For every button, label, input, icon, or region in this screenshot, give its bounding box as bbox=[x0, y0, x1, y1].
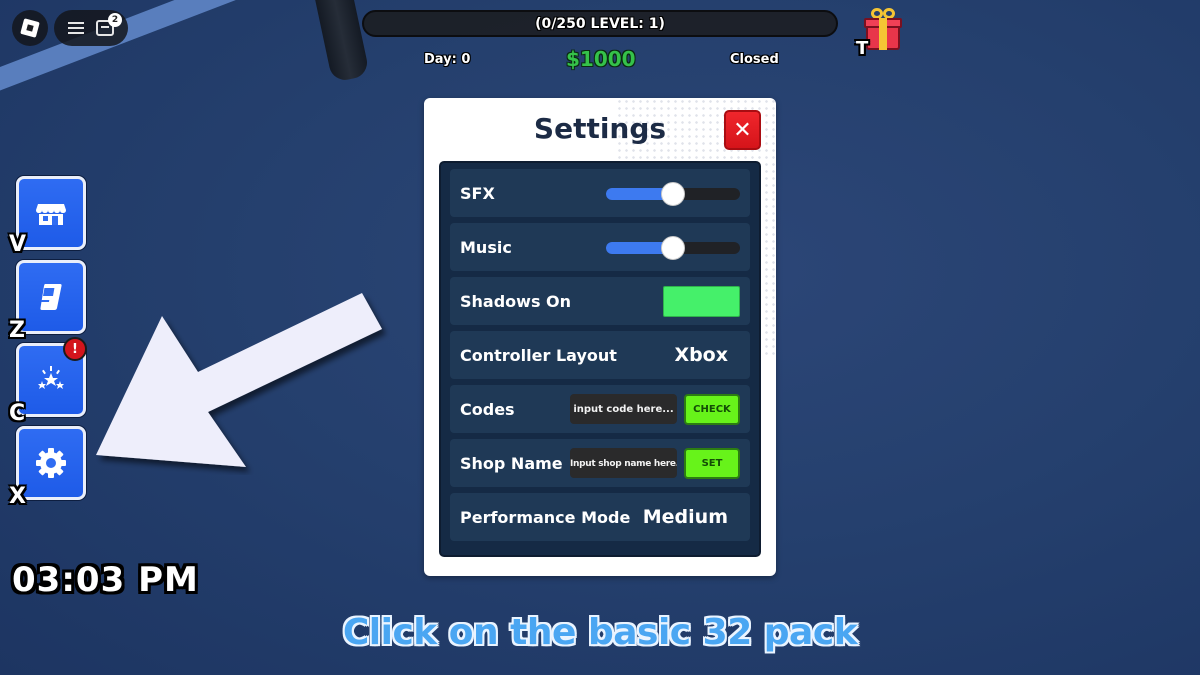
sidebar-book-button[interactable] bbox=[16, 260, 86, 334]
book-icon bbox=[40, 284, 62, 310]
gift-button[interactable] bbox=[864, 6, 902, 50]
shop-name-label: Shop Name bbox=[460, 453, 563, 473]
settings-key-hint: X bbox=[9, 484, 26, 509]
close-icon: ✕ bbox=[733, 117, 752, 143]
settings-list: SFX Music Shadows On Controller Layout X… bbox=[439, 161, 761, 557]
close-button[interactable]: ✕ bbox=[724, 110, 761, 150]
rewards-key-hint: C bbox=[9, 401, 26, 426]
performance-mode-value[interactable]: Medium bbox=[643, 506, 728, 528]
setting-row-codes: Codes CHECK bbox=[450, 385, 750, 433]
gear-icon bbox=[36, 448, 66, 478]
setting-row-shop-name: Shop Name SET bbox=[450, 439, 750, 487]
music-label: Music bbox=[460, 237, 512, 257]
shop-status: Closed bbox=[730, 52, 779, 67]
lamp-pole bbox=[312, 0, 370, 83]
sparkle-stars-icon bbox=[38, 366, 64, 389]
level-text: (0/250 LEVEL: 1) bbox=[535, 15, 665, 32]
setting-row-shadows: Shadows On bbox=[450, 277, 750, 325]
setting-row-music: Music bbox=[450, 223, 750, 271]
setting-row-performance: Performance Mode Medium bbox=[450, 493, 750, 541]
roblox-topbar-pill: 2 bbox=[54, 10, 128, 46]
gift-icon bbox=[879, 18, 887, 50]
shop-key-hint: V bbox=[9, 232, 27, 257]
code-input[interactable] bbox=[570, 394, 677, 424]
performance-mode-label: Performance Mode bbox=[460, 507, 631, 527]
sidebar-settings-button[interactable] bbox=[16, 426, 86, 500]
roblox-logo-icon bbox=[20, 18, 40, 38]
controller-layout-label: Controller Layout bbox=[460, 345, 617, 365]
settings-dialog: Settings ✕ SFX Music Shadows On Controll… bbox=[424, 98, 776, 576]
sfx-slider[interactable] bbox=[606, 182, 740, 206]
sidebar-shop-button[interactable] bbox=[16, 176, 86, 250]
hamburger-menu-icon[interactable] bbox=[68, 22, 84, 34]
shadows-toggle[interactable] bbox=[663, 286, 740, 317]
codes-label: Codes bbox=[460, 399, 515, 419]
setting-row-controller: Controller Layout Xbox bbox=[450, 331, 750, 379]
check-code-button[interactable]: CHECK bbox=[684, 394, 740, 425]
chat-unread-badge: 2 bbox=[108, 13, 122, 27]
instruction-caption: Click on the basic 32 pack bbox=[342, 612, 858, 653]
book-key-hint: Z bbox=[9, 318, 25, 343]
sfx-slider-knob[interactable] bbox=[661, 182, 685, 206]
game-clock: 03:03 PM bbox=[12, 560, 199, 600]
music-slider-knob[interactable] bbox=[661, 236, 685, 260]
money-display: $1000 bbox=[566, 47, 636, 71]
day-counter: Day: 0 bbox=[424, 52, 471, 67]
shop-name-input[interactable] bbox=[570, 448, 677, 478]
roblox-menu-button[interactable] bbox=[12, 10, 48, 46]
shop-icon bbox=[36, 204, 66, 225]
gift-key-hint: T bbox=[856, 38, 869, 59]
shadows-label: Shadows On bbox=[460, 291, 572, 311]
chat-icon[interactable]: 2 bbox=[96, 13, 122, 36]
set-shop-name-button[interactable]: SET bbox=[684, 448, 740, 479]
sfx-label: SFX bbox=[460, 183, 495, 203]
tutorial-arrow-icon bbox=[96, 293, 382, 467]
music-slider[interactable] bbox=[606, 236, 740, 260]
level-progress-bar: (0/250 LEVEL: 1) bbox=[362, 10, 838, 37]
controller-layout-value[interactable]: Xbox bbox=[674, 344, 728, 366]
setting-row-sfx: SFX bbox=[450, 169, 750, 217]
rewards-alert-badge: ! bbox=[63, 337, 87, 361]
